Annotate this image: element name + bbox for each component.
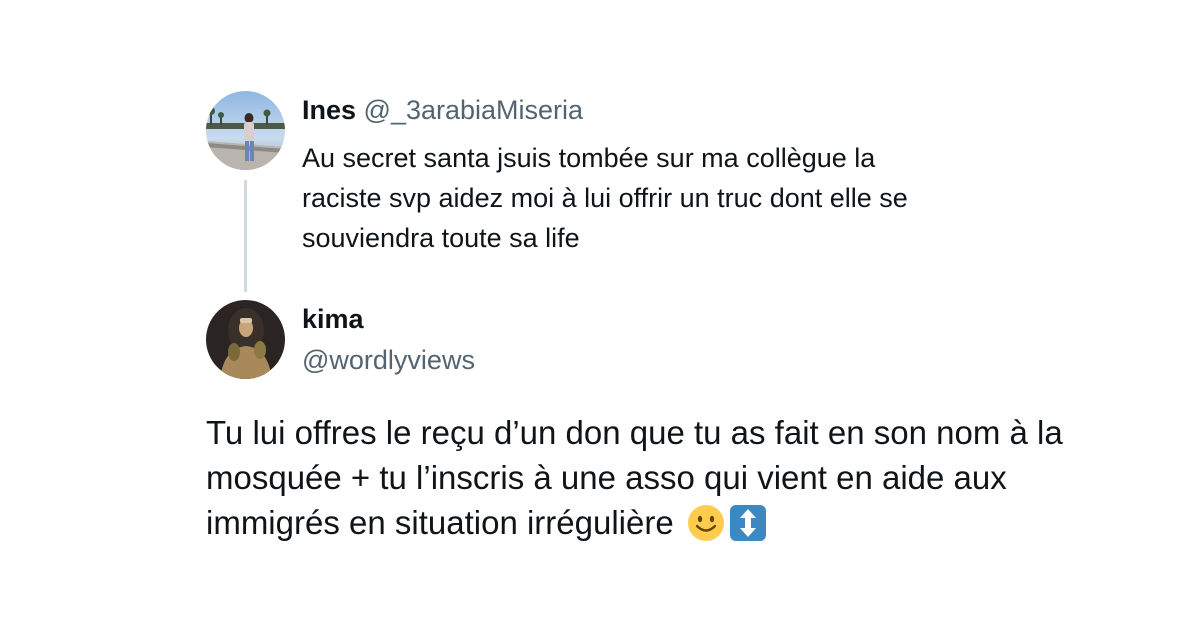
- up-down-arrow-icon: [729, 504, 767, 553]
- avatar-kima[interactable]: [206, 300, 285, 379]
- thread-connector-line: [244, 180, 247, 292]
- slightly-smiling-face-icon: [687, 504, 725, 553]
- tweet-text: Tu lui offres le reçu d’un don que tu as…: [206, 414, 1063, 541]
- reply-tweet-body: Tu lui offres le reçu d’un don que tu as…: [206, 410, 1086, 553]
- display-name[interactable]: kima: [302, 302, 364, 336]
- tweet-header-ines: Ines @_3arabiaMiseria: [302, 93, 583, 127]
- avatar-ines[interactable]: [206, 91, 285, 170]
- tweet-text: Au secret santa jsuis tombée sur ma coll…: [302, 143, 908, 253]
- display-name[interactable]: Ines: [302, 95, 356, 125]
- profile-photo-icon: [206, 300, 285, 379]
- profile-photo-icon: [206, 91, 285, 170]
- user-handle[interactable]: @wordlyviews: [302, 343, 475, 377]
- user-handle[interactable]: @_3arabiaMiseria: [364, 95, 584, 125]
